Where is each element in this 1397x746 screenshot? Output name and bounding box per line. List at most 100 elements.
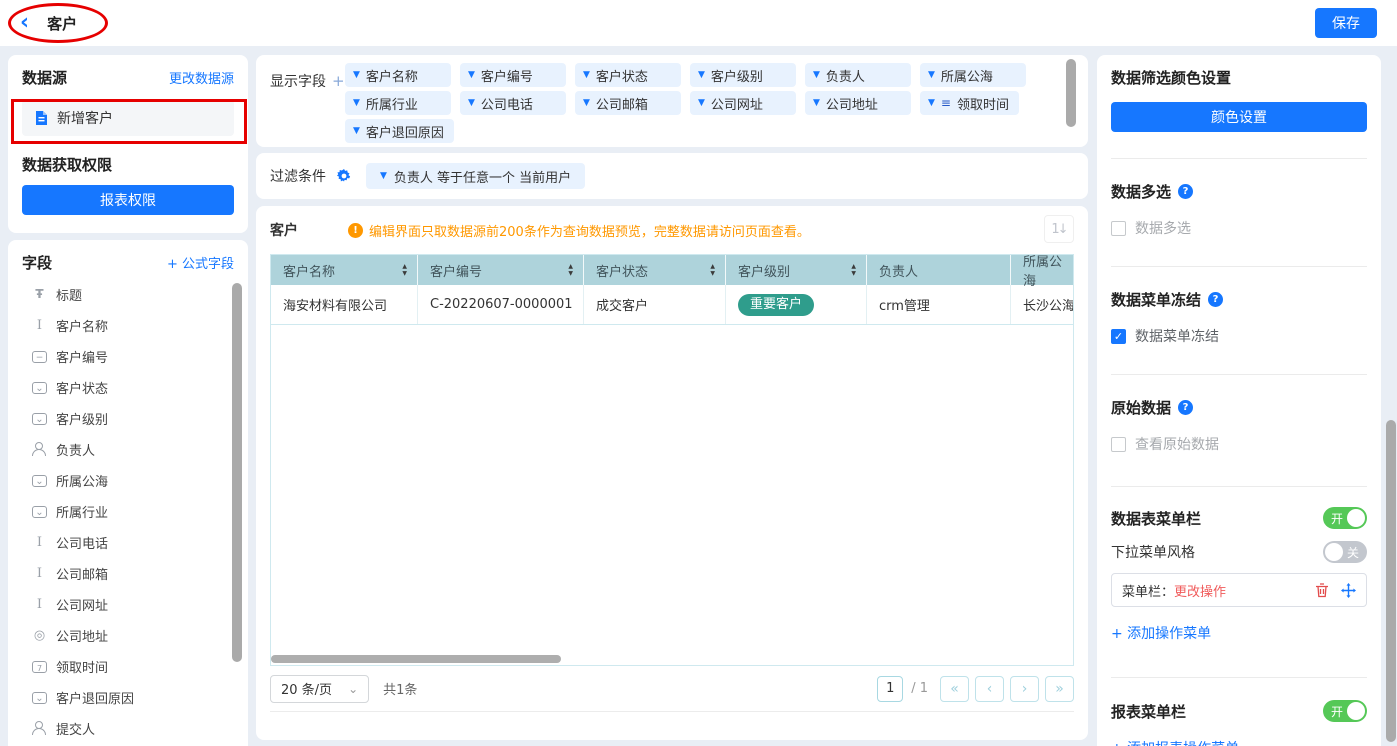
first-page-button[interactable] bbox=[940, 676, 969, 702]
display-field-tag[interactable]: 所属公海 bbox=[920, 63, 1026, 87]
dropdown-arrow-icon bbox=[698, 99, 705, 108]
sort-carets-icon[interactable] bbox=[402, 263, 407, 277]
field-item-industry[interactable]: 所属行业 bbox=[22, 496, 234, 527]
display-field-tag[interactable]: 公司邮箱 bbox=[575, 91, 681, 115]
column-header[interactable]: 客户编号 bbox=[418, 255, 584, 285]
display-field-tag[interactable]: 客户级别 bbox=[690, 63, 796, 87]
move-icon[interactable] bbox=[1341, 583, 1356, 598]
table-row[interactable]: 海安材料有限公司 C-20220607-0000001 成交客户 重要客户 cr… bbox=[271, 285, 1073, 325]
sort-carets-icon[interactable] bbox=[568, 263, 573, 277]
right-panel-scrollbar[interactable] bbox=[1386, 420, 1396, 742]
field-item-customer-name[interactable]: 客户名称 bbox=[22, 310, 234, 341]
report-menu-toggle[interactable]: 开 bbox=[1323, 700, 1367, 722]
add-action-menu-link[interactable]: + 添加操作菜单 bbox=[1111, 623, 1211, 643]
toggle-knob bbox=[1347, 509, 1365, 527]
trash-icon[interactable] bbox=[1315, 583, 1329, 598]
checkbox-checked-icon[interactable] bbox=[1111, 329, 1126, 344]
menu-bar-item[interactable]: 菜单栏： 更改操作 bbox=[1111, 573, 1367, 607]
table-menu-title: 数据表菜单栏 bbox=[1111, 508, 1201, 529]
field-label: 客户退回原因 bbox=[56, 688, 134, 707]
display-field-tag[interactable]: 客户退回原因 bbox=[345, 119, 454, 143]
prev-page-button[interactable] bbox=[975, 676, 1004, 702]
display-field-tag[interactable]: 客户名称 bbox=[345, 63, 451, 87]
checkbox-icon[interactable] bbox=[1111, 221, 1126, 236]
back-icon[interactable]: ‹ bbox=[20, 13, 29, 33]
report-permission-button[interactable]: 报表权限 bbox=[22, 185, 234, 215]
divider bbox=[1111, 158, 1367, 159]
select-icon bbox=[32, 475, 47, 487]
datasource-item-label: 新增客户 bbox=[57, 108, 113, 128]
title-icon bbox=[32, 287, 47, 302]
field-item-title[interactable]: 标题 bbox=[22, 279, 234, 310]
field-item-pool[interactable]: 所属公海 bbox=[22, 465, 234, 496]
help-icon[interactable] bbox=[1178, 184, 1193, 199]
dropdown-style-toggle[interactable]: 关 bbox=[1323, 541, 1367, 563]
display-field-tag[interactable]: 公司地址 bbox=[805, 91, 911, 115]
raw-data-checkbox[interactable]: 查看原始数据 bbox=[1111, 434, 1367, 454]
save-button[interactable]: 保存 bbox=[1315, 8, 1377, 38]
text-icon bbox=[32, 566, 47, 581]
select-icon bbox=[32, 506, 47, 518]
column-header[interactable]: 负责人 bbox=[867, 255, 1011, 285]
field-item-address[interactable]: 公司地址 bbox=[22, 620, 234, 651]
sort-carets-icon[interactable] bbox=[710, 263, 715, 277]
current-page-box[interactable]: 1 bbox=[877, 676, 903, 702]
dropdown-arrow-icon bbox=[813, 71, 820, 80]
help-icon[interactable] bbox=[1208, 292, 1223, 307]
menu-action-link[interactable]: 更改操作 bbox=[1174, 581, 1226, 600]
field-item-email[interactable]: 公司邮箱 bbox=[22, 558, 234, 589]
fields-card-scrollbar[interactable] bbox=[232, 283, 242, 662]
add-formula-field-link[interactable]: + 公式字段 bbox=[167, 253, 234, 272]
field-item-return-reason[interactable]: 客户退回原因 bbox=[22, 682, 234, 713]
change-datasource-link[interactable]: 更改数据源 bbox=[169, 68, 234, 87]
level-badge: 重要客户 bbox=[738, 294, 814, 316]
dropdown-arrow-icon bbox=[813, 99, 820, 108]
settings-panel: 数据筛选颜色设置 颜色设置 数据多选 数据多选 数据菜单冻结 数据菜单冻结 原始… bbox=[1097, 55, 1381, 746]
field-item-customer-status[interactable]: 客户状态 bbox=[22, 372, 234, 403]
display-field-tag-sorted[interactable]: 领取时间 bbox=[920, 91, 1019, 115]
last-page-button[interactable] bbox=[1045, 676, 1074, 702]
divider bbox=[1111, 374, 1367, 375]
dropdown-arrow-icon bbox=[583, 99, 590, 108]
page-size-select[interactable]: 20 条/页 bbox=[270, 675, 369, 703]
sort-control-icon[interactable] bbox=[1044, 215, 1074, 243]
color-settings-button[interactable]: 颜色设置 bbox=[1111, 102, 1367, 132]
column-header[interactable]: 客户级别 bbox=[726, 255, 867, 285]
display-card-scrollbar[interactable] bbox=[1066, 59, 1076, 127]
field-item-phone[interactable]: 公司电话 bbox=[22, 527, 234, 558]
dropdown-arrow-icon bbox=[468, 71, 475, 80]
display-field-tag[interactable]: 公司网址 bbox=[690, 91, 796, 115]
next-page-button[interactable] bbox=[1010, 676, 1039, 702]
field-item-claim-time[interactable]: 领取时间 bbox=[22, 651, 234, 682]
field-item-customer-level[interactable]: 客户级别 bbox=[22, 403, 234, 434]
column-header[interactable]: 客户名称 bbox=[271, 255, 418, 285]
multi-select-checkbox[interactable]: 数据多选 bbox=[1111, 218, 1367, 238]
add-report-menu-link[interactable]: + 添加报表操作菜单 bbox=[1111, 738, 1239, 746]
table-title: 客户 bbox=[270, 220, 298, 240]
display-field-tag[interactable]: 客户编号 bbox=[460, 63, 566, 87]
field-item-owner[interactable]: 负责人 bbox=[22, 434, 234, 465]
help-icon[interactable] bbox=[1178, 400, 1193, 415]
table-menu-toggle[interactable]: 开 bbox=[1323, 507, 1367, 529]
datasource-item[interactable]: 新增客户 bbox=[22, 100, 234, 136]
sort-carets-icon[interactable] bbox=[851, 263, 856, 277]
column-header[interactable]: 客户状态 bbox=[584, 255, 726, 285]
checkbox-icon[interactable] bbox=[1111, 437, 1126, 452]
display-field-tag[interactable]: 负责人 bbox=[805, 63, 911, 87]
column-header[interactable]: 所属公海 bbox=[1011, 255, 1073, 285]
field-item-submitter[interactable]: 提交人 bbox=[22, 713, 234, 744]
field-item-website[interactable]: 公司网址 bbox=[22, 589, 234, 620]
field-item-customer-code[interactable]: 客户编号 bbox=[22, 341, 234, 372]
display-field-tag[interactable]: 所属行业 bbox=[345, 91, 451, 115]
display-fields-label: 显示字段+ bbox=[270, 71, 345, 91]
filter-condition-tag[interactable]: 负责人 等于任意一个 当前用户 bbox=[366, 163, 585, 189]
add-display-field-icon[interactable]: + bbox=[332, 72, 345, 90]
field-label: 客户级别 bbox=[56, 409, 108, 428]
menu-freeze-checkbox[interactable]: 数据菜单冻结 bbox=[1111, 326, 1367, 346]
horizontal-scrollbar[interactable] bbox=[271, 655, 561, 663]
select-icon bbox=[32, 413, 47, 425]
gear-icon[interactable] bbox=[336, 168, 352, 184]
display-field-tag[interactable]: 客户状态 bbox=[575, 63, 681, 87]
dropdown-arrow-icon bbox=[698, 71, 705, 80]
display-field-tag[interactable]: 公司电话 bbox=[460, 91, 566, 115]
